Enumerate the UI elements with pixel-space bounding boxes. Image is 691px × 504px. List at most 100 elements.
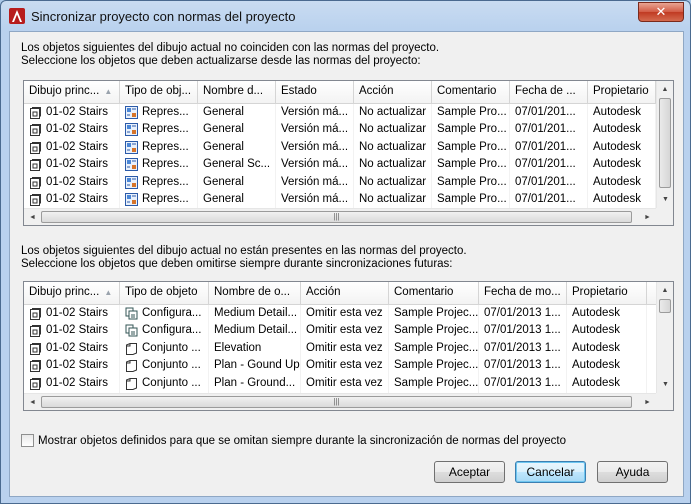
table-cell: 07/01/2013 1... (479, 357, 567, 375)
column-header[interactable]: Estado (276, 81, 354, 104)
close-button[interactable]: ✕ (638, 2, 684, 22)
table-row[interactable]: 01-02 Stairs Repres... General Versión má..… (24, 138, 656, 157)
show-omitted-option[interactable]: Mostrar objetos definidos para que se om… (21, 434, 566, 447)
table-cell: No actualizar (354, 156, 432, 174)
table-cell: General (198, 173, 276, 191)
column-header[interactable]: Nombre de o... (209, 282, 301, 305)
scroll-down-icon[interactable]: ▼ (657, 376, 673, 393)
grid-header: Dibujo princ... ▲ Tipo de objeto Nombre de … (24, 282, 656, 305)
table-cell: Autodesk (588, 138, 656, 157)
cell-text: Autodesk (593, 192, 641, 205)
table-cell: Autodesk (588, 173, 656, 191)
table-row[interactable]: 01-02 Stairs Configura... Medium Detail...… (24, 322, 656, 340)
table-cell: Autodesk (588, 104, 656, 122)
column-header[interactable]: Comentario (389, 282, 479, 305)
cell-text: Sample Pro... (437, 175, 507, 188)
cell-text: Omitir esta vez (306, 324, 383, 337)
cancel-button[interactable]: Cancelar (515, 461, 586, 483)
scroll-thumb[interactable] (659, 299, 671, 313)
help-button[interactable]: Ayuda (597, 461, 668, 483)
drawing-icon (29, 193, 46, 206)
title-bar[interactable]: Sincronizar proyecto con normas del proy… (1, 1, 690, 31)
column-header[interactable]: Comentario (432, 81, 510, 104)
table-row[interactable]: 01-02 Stairs Conjunto ... Plan - Ground...… (24, 374, 656, 392)
column-header[interactable]: Dibujo princ... ▲ (24, 81, 120, 104)
cell-text: 07/01/201... (515, 175, 576, 188)
table-cell: 07/01/201... (510, 156, 588, 174)
table-row[interactable]: 01-02 Stairs Repres... General Sc... Versió… (24, 156, 656, 174)
table-row[interactable]: 01-02 Stairs Repres... General Versión má..… (24, 104, 656, 122)
column-header-label: Propietario (593, 85, 649, 97)
table-row[interactable]: 01-02 Stairs Repres... General Versión má..… (24, 121, 656, 139)
column-header[interactable]: Fecha de mo... (479, 282, 567, 305)
horizontal-scrollbar[interactable]: ◄ ||| ► (24, 393, 656, 410)
drawing-icon (29, 324, 46, 338)
cell-text: Autodesk (593, 175, 641, 188)
horizontal-scrollbar[interactable]: ◄ ||| ► (24, 208, 656, 225)
column-header[interactable]: Propietario (567, 282, 647, 305)
column-header[interactable]: Dibujo princ... ▲ (24, 282, 120, 305)
update-objects-grid[interactable]: Dibujo princ... ▲ Tipo de obj... Nombre d..… (23, 80, 674, 226)
column-header-label: Estado (281, 85, 317, 97)
cell-text: Plan - Gound Up (214, 359, 300, 372)
scroll-thumb[interactable]: ||| (41, 211, 632, 223)
table-row[interactable]: 01-02 Stairs Conjunto ... Elevation Omitir … (24, 339, 656, 358)
cell-text: Autodesk (593, 140, 641, 153)
scroll-left-icon[interactable]: ◄ (24, 394, 41, 410)
table-row[interactable]: 01-02 Stairs Configura... Medium Detail...… (24, 305, 656, 323)
cell-text: Configura... (142, 307, 202, 319)
scroll-right-icon[interactable]: ► (639, 209, 656, 225)
cell-text: General (203, 106, 244, 118)
vertical-scrollbar[interactable]: ▲ ▼ (656, 81, 673, 208)
table-cell: Sample Pro... (432, 173, 510, 191)
table-cell: Repres... (120, 156, 198, 174)
table-cell: Omitir esta vez (301, 305, 389, 323)
dialog-window: Sincronizar proyecto con normas del proy… (0, 0, 691, 504)
column-header[interactable]: Acción (301, 282, 389, 305)
table-cell: 01-02 Stairs (24, 121, 120, 139)
column-header[interactable]: Tipo de obj... (120, 81, 198, 104)
object-type-icon (125, 307, 142, 320)
scroll-right-icon[interactable]: ► (639, 394, 656, 410)
sort-ascending-icon: ▲ (104, 87, 113, 96)
accept-button[interactable]: Aceptar (434, 461, 505, 483)
cell-text: 01-02 Stairs (46, 175, 109, 188)
cell-text: 07/01/2013 1... (484, 376, 561, 389)
table-cell: General (198, 121, 276, 139)
table-cell: Sample Projec... (389, 305, 479, 323)
section2-intro-line2: Seleccione los objetos que deben omitirs… (21, 258, 453, 270)
scroll-thumb[interactable]: ||| (41, 396, 632, 408)
column-header[interactable]: Acción (354, 81, 432, 104)
column-header[interactable]: Tipo de objeto (120, 282, 209, 305)
cell-text: No actualizar (359, 158, 427, 171)
table-cell: Versión má... (276, 104, 354, 122)
table-row[interactable]: 01-02 Stairs Repres... General Versión má..… (24, 173, 656, 191)
omit-objects-grid[interactable]: Dibujo princ... ▲ Tipo de objeto Nombre de … (23, 281, 674, 411)
cell-text: Configura... (142, 324, 202, 337)
cell-text: Conjunto ... (142, 376, 201, 389)
table-cell: Autodesk (567, 305, 647, 323)
scroll-up-icon[interactable]: ▲ (657, 282, 673, 299)
cell-text: Repres... (142, 123, 189, 136)
table-row[interactable]: 01-02 Stairs Conjunto ... Plan - Gound Up O… (24, 357, 656, 375)
column-header[interactable]: Fecha de ... (510, 81, 588, 104)
scroll-thumb[interactable] (659, 98, 671, 188)
table-row[interactable]: 01-02 Stairs Repres... General Versión má..… (24, 190, 656, 209)
scroll-down-icon[interactable]: ▼ (657, 191, 673, 208)
cell-text: No actualizar (359, 123, 427, 136)
cell-text: Omitir esta vez (306, 307, 383, 319)
show-omitted-checkbox[interactable] (21, 434, 34, 447)
column-header[interactable]: Propietario (588, 81, 656, 104)
table-cell: Autodesk (567, 339, 647, 358)
cell-text: Omitir esta vez (306, 376, 383, 389)
scroll-corner (656, 393, 673, 410)
show-omitted-label[interactable]: Mostrar objetos definidos para que se om… (38, 435, 566, 447)
scroll-left-icon[interactable]: ◄ (24, 209, 41, 225)
table-cell: 07/01/201... (510, 138, 588, 157)
table-cell: Sample Pro... (432, 121, 510, 139)
column-header[interactable]: Nombre d... (198, 81, 276, 104)
table-cell: Sample Projec... (389, 357, 479, 375)
vertical-scrollbar[interactable]: ▲ ▼ (656, 282, 673, 393)
scroll-up-icon[interactable]: ▲ (657, 81, 673, 98)
grid-rows: 01-02 Stairs Repres... General Versión má..… (24, 104, 656, 209)
